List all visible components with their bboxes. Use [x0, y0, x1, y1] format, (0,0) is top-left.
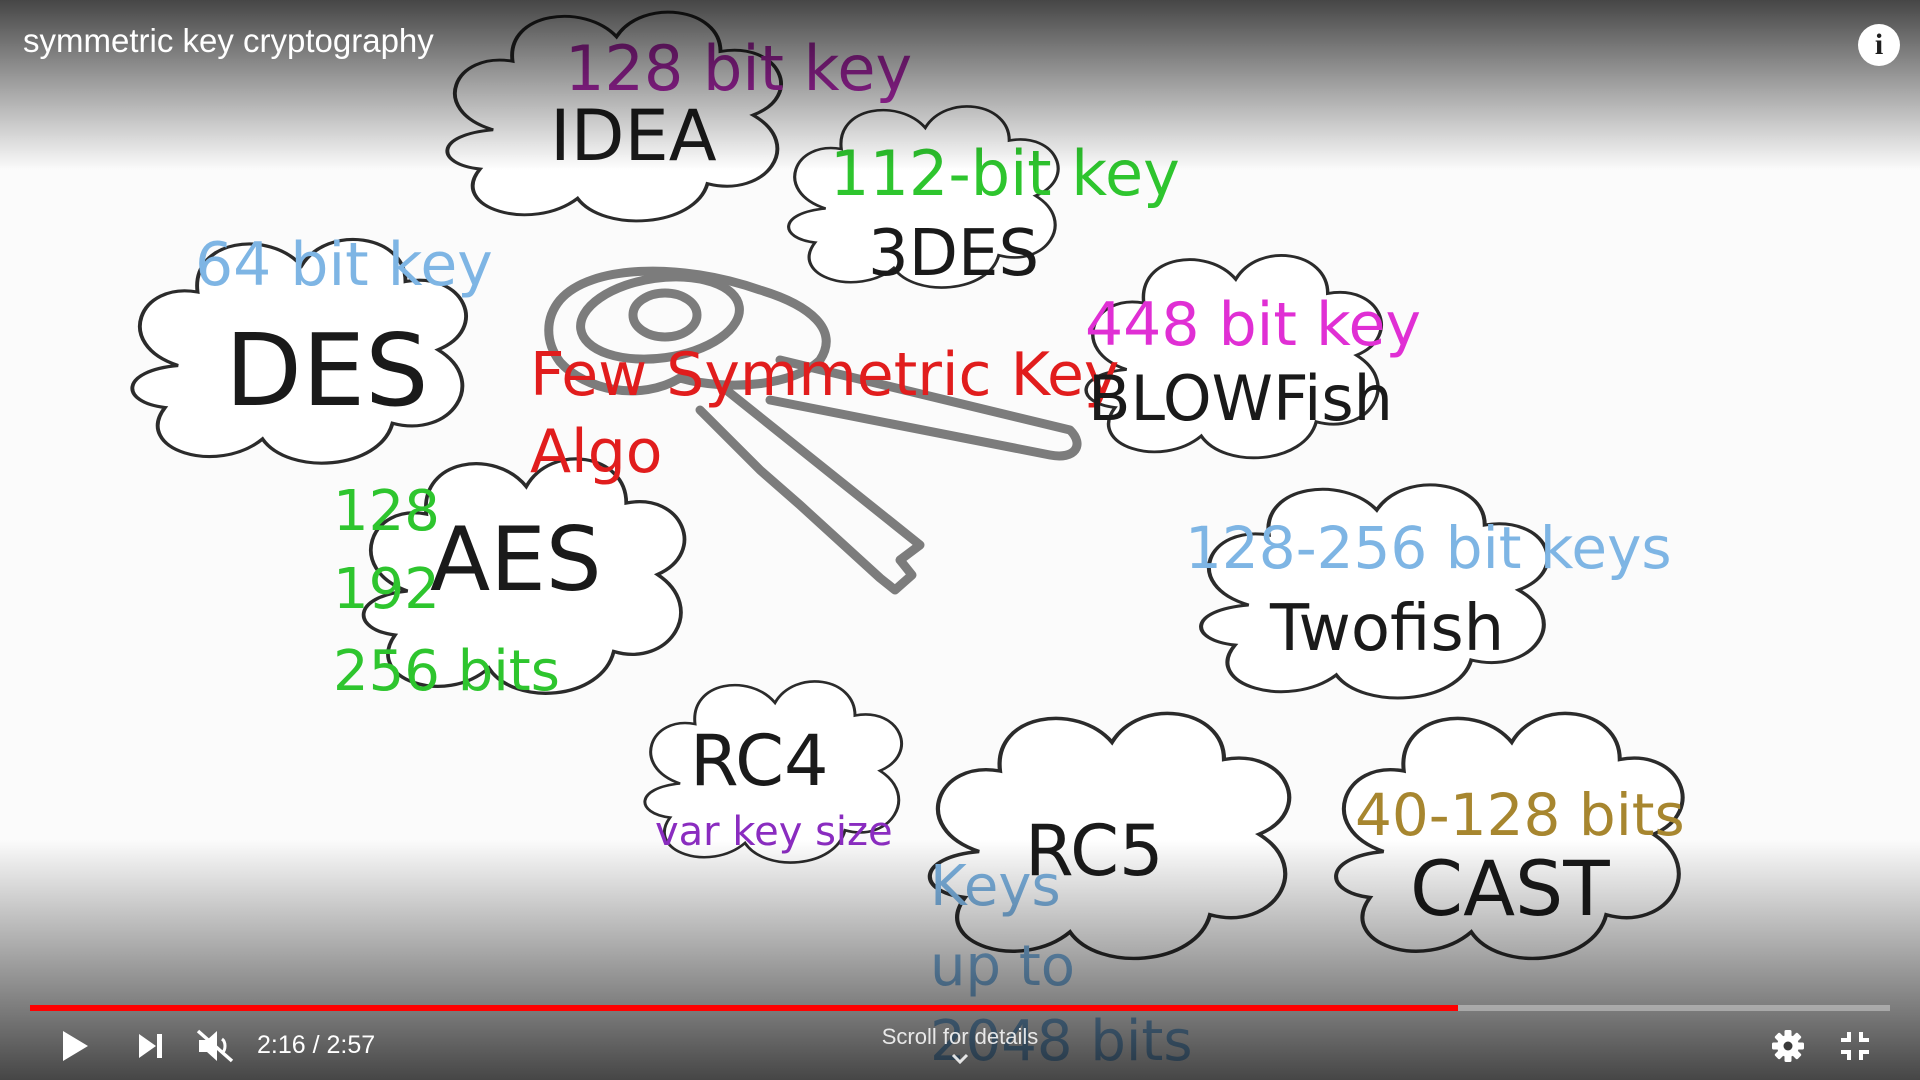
progress-played — [30, 1005, 1459, 1011]
3des-key-note: 112-bit key — [830, 137, 1180, 210]
play-button[interactable] — [50, 1020, 100, 1072]
blowfish-key-note: 448 bit key — [1085, 290, 1421, 360]
next-button[interactable] — [125, 1020, 175, 1072]
blowfish-label: BLOWFish — [1088, 362, 1393, 435]
video-title[interactable]: symmetric key cryptography — [23, 22, 434, 60]
video-player[interactable]: Few Symmetric Key Algo 128 bit key IDEA … — [0, 0, 1920, 1080]
gear-icon — [1772, 1030, 1804, 1062]
scroll-hint[interactable]: Scroll for details — [810, 1024, 1110, 1066]
info-icon[interactable]: i — [1858, 24, 1900, 66]
rc5-note-line1: Keys — [930, 854, 1061, 919]
3des-label: 3DES — [868, 217, 1039, 291]
next-icon — [139, 1034, 162, 1058]
des-key-note: 64 bit key — [195, 230, 493, 300]
volume-button[interactable] — [190, 1020, 240, 1072]
settings-button[interactable] — [1763, 1020, 1813, 1072]
progress-bar[interactable] — [30, 1005, 1890, 1011]
time-display: 2:16 / 2:57 — [257, 1031, 376, 1059]
aes-note-line3: 256 bits — [333, 639, 560, 704]
aes-note-line2: 192 — [333, 557, 440, 622]
aes-note-line1: 128 — [333, 479, 440, 544]
idea-label: IDEA — [550, 95, 717, 177]
center-label-line2: Algo — [530, 417, 663, 487]
center-label-line1: Few Symmetric Key — [530, 340, 1119, 410]
info-glyph: i — [1874, 28, 1884, 61]
video-frame: Few Symmetric Key Algo 128 bit key IDEA … — [0, 0, 1920, 1080]
twofish-key-note: 128-256 bit keys — [1185, 514, 1672, 582]
cast-label: CAST — [1410, 844, 1610, 933]
volume-muted-icon — [196, 1029, 234, 1063]
fullscreen-button[interactable] — [1830, 1020, 1880, 1072]
rc4-label: RC4 — [690, 720, 829, 802]
aes-label: AES — [430, 508, 602, 611]
des-label: DES — [225, 312, 429, 429]
rc5-note-line2: up to — [930, 934, 1075, 999]
play-icon — [63, 1031, 88, 1061]
cast-key-note: 40-128 bits — [1355, 781, 1685, 849]
twofish-label: Twofish — [1269, 592, 1504, 666]
exit-fullscreen-icon — [1841, 1032, 1869, 1060]
chevron-down-icon — [951, 1053, 969, 1065]
rc4-key-note: var key size — [655, 809, 893, 855]
scroll-hint-label: Scroll for details — [881, 1024, 1039, 1049]
